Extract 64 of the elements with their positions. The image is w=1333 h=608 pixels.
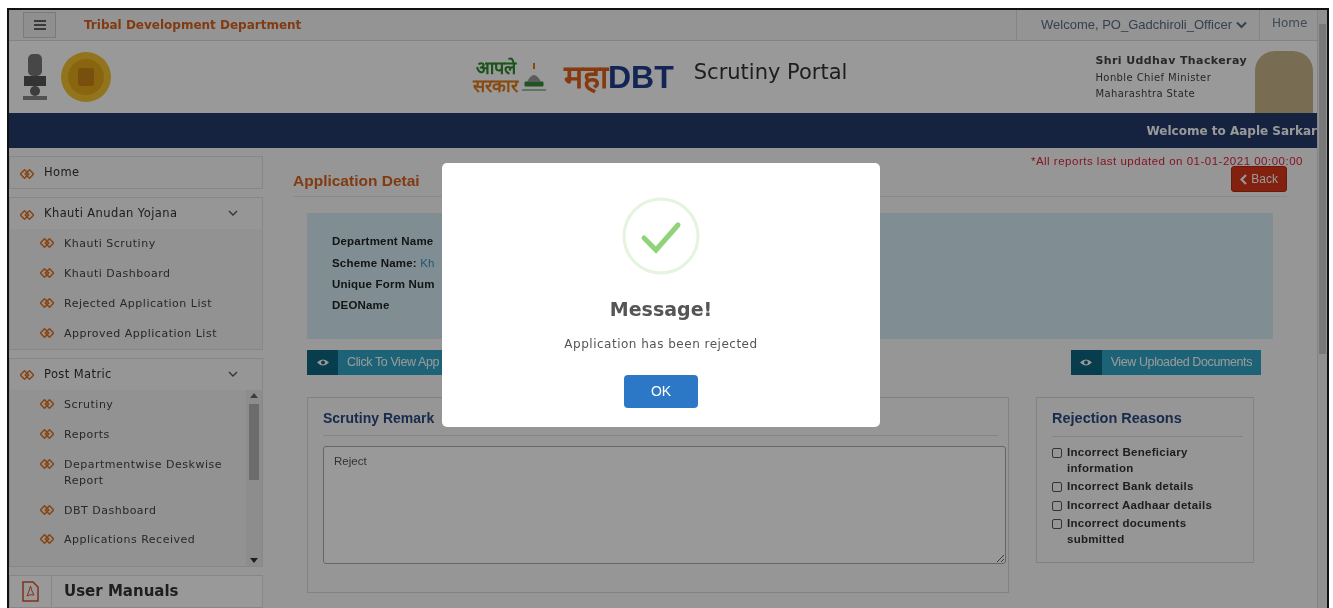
chain-link-icon — [40, 398, 54, 409]
ok-button[interactable]: OK — [624, 374, 698, 408]
logo-text: आपले — [475, 59, 516, 77]
department-title: Tribal Development Department — [84, 17, 302, 34]
remarks-field[interactable]: Reject — [323, 446, 1006, 565]
reason-option[interactable]: Incorrect Beneficiary information — [1052, 445, 1243, 477]
dignitary-role: Honble Chief Minister — [1095, 70, 1213, 85]
user-menu[interactable]: Welcome, PO_Gadchiroli_Officer — [1016, 10, 1259, 40]
sidebar-subitem[interactable]: Reports — [10, 419, 246, 450]
brand-logo: महाDBT — [564, 61, 674, 93]
chain-link-icon — [20, 168, 34, 179]
chain-link-icon — [40, 327, 54, 338]
chain-link-icon — [40, 238, 54, 248]
seal-drawing — [61, 52, 111, 102]
dialog-message: Application has been rejected — [564, 335, 758, 353]
eye-icon — [315, 358, 330, 368]
chain-link-icon — [40, 267, 54, 278]
sidebar-subitem[interactable]: Khauti Scrutiny — [10, 229, 262, 259]
sidebar-subitem[interactable]: Applications Received — [10, 525, 246, 556]
scrollbar[interactable] — [1317, 10, 1327, 608]
detail-field: DEOName — [332, 297, 390, 315]
sidebar-subitem[interactable]: Rejected Application List — [10, 288, 262, 319]
chevron-down-icon — [1236, 21, 1247, 29]
sidebar-item[interactable]: Home — [10, 157, 262, 188]
dignitary-name: Shri Uddhav Thackeray — [1095, 53, 1247, 70]
chain-link-icon — [20, 370, 34, 381]
page-heading: Application Detai — [293, 171, 420, 191]
dignitary-state: Maharashtra State — [1095, 86, 1197, 101]
scroll-up-icon[interactable] — [250, 392, 258, 398]
update-notice: *All reports last updated on 01-01-2021 00:00:00 — [1029, 154, 1303, 169]
chevron-left-icon — [1240, 173, 1248, 185]
sidebar-subitem[interactable]: Scrutiny — [10, 389, 246, 420]
scrollbar[interactable] — [246, 389, 262, 566]
reason-option[interactable]: Incorrect Bank details — [1052, 479, 1243, 495]
chain-link-icon — [40, 504, 54, 515]
photo-placeholder — [1255, 51, 1313, 113]
menu-icon — [33, 20, 46, 30]
dialog-title: Message! — [609, 297, 713, 322]
portal-title: Scrutiny Portal — [693, 59, 848, 87]
sidebar-item[interactable]: Khauti Anudan Yojana — [10, 198, 262, 229]
success-check-icon — [622, 197, 700, 275]
eye-icon — [1079, 358, 1094, 368]
chain-link-icon — [40, 428, 54, 439]
detail-field: Unique Form Num — [332, 275, 435, 293]
scroll-down-icon[interactable] — [250, 557, 258, 563]
menu-button[interactable] — [23, 12, 56, 38]
chain-link-icon — [40, 297, 54, 308]
chain-link-icon — [40, 534, 54, 545]
chain-link-icon — [20, 209, 34, 220]
sidebar-subitem[interactable]: Approved Application List — [10, 318, 262, 349]
card-title: Rejection Reasons — [1052, 408, 1243, 437]
back-button[interactable]: Back — [1231, 166, 1287, 193]
sidebar-subitem[interactable]: DBT Dashboard — [10, 495, 246, 526]
reason-option[interactable]: Incorrect Aadhaar details — [1052, 497, 1243, 514]
sidebar-item[interactable]: Post Matric — [10, 358, 262, 390]
pdf-icon — [22, 580, 39, 602]
detail-field: Department Name — [332, 233, 434, 251]
logo-text: सरकार — [473, 77, 518, 95]
reason-option[interactable]: Incorrect documents submitted — [1052, 516, 1243, 548]
sidebar-subitem[interactable]: Departmentwise Deskwise Report — [10, 449, 246, 496]
chain-link-icon — [40, 458, 54, 469]
sidebar-subitem[interactable]: Khauti Dashboard — [10, 258, 262, 289]
ticker-text: Welcome to Aaple Sarkar — [1146, 122, 1317, 140]
detail-field: Scheme Name: Kh — [332, 254, 435, 272]
